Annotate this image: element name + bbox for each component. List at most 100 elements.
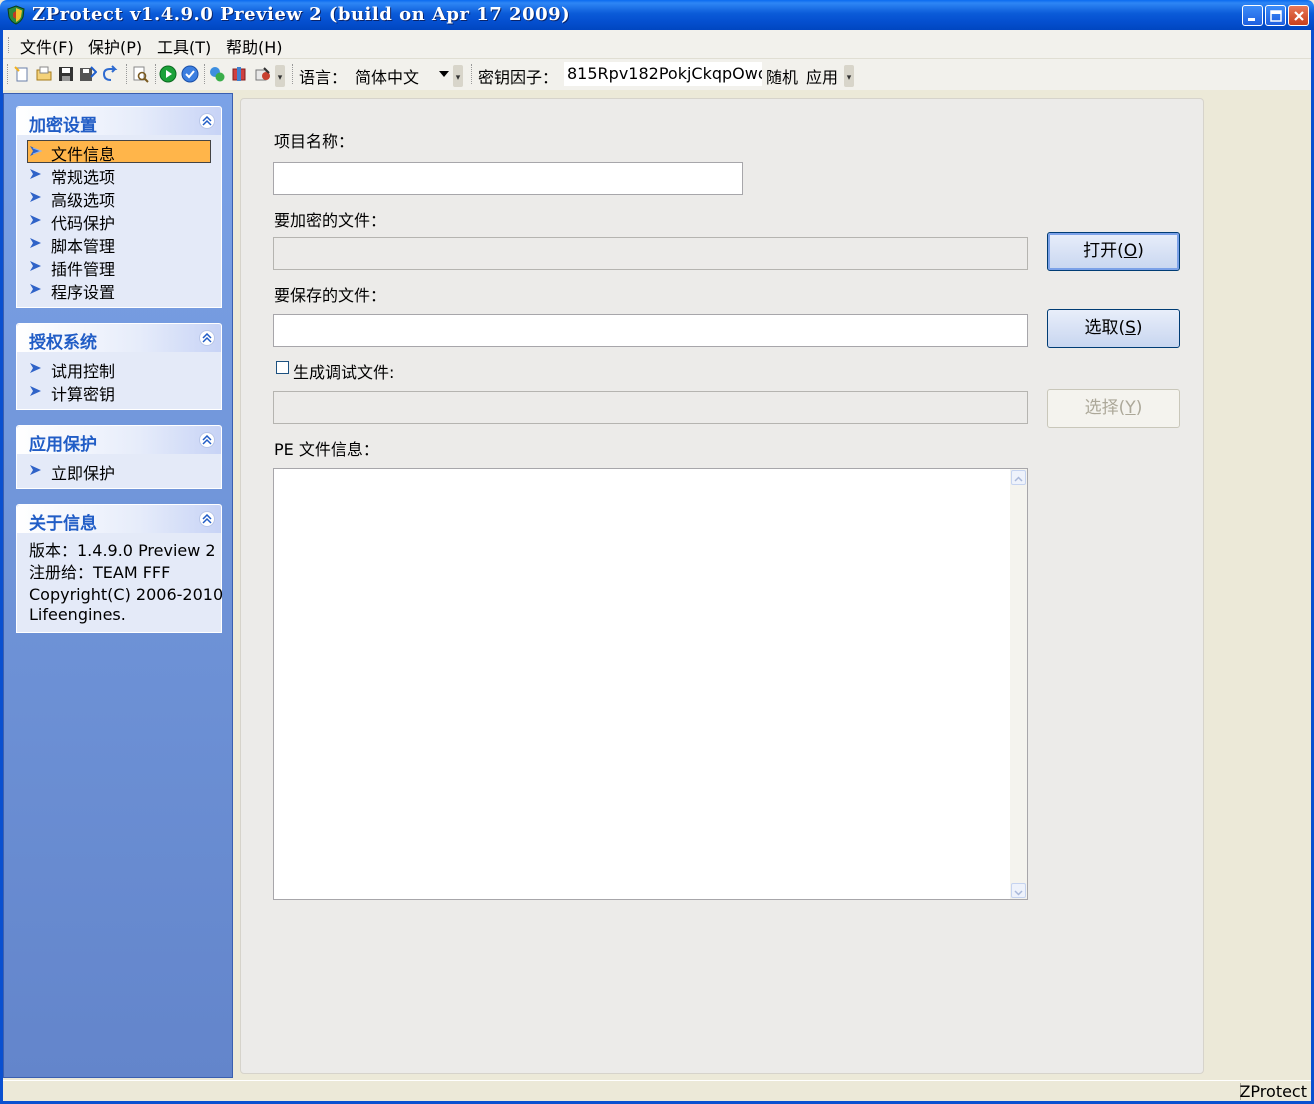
maximize-button[interactable] — [1265, 5, 1286, 26]
package-icon[interactable] — [230, 65, 248, 83]
menu-help[interactable]: 帮助(H) — [226, 34, 283, 58]
settings-tools-icon[interactable] — [254, 65, 272, 83]
zprotect-shield-icon — [7, 5, 25, 25]
project-name-input[interactable] — [273, 162, 743, 195]
maximize-icon — [1270, 10, 1282, 22]
menubar-grip[interactable] — [8, 37, 11, 53]
debug-file-checkbox[interactable] — [276, 361, 289, 374]
sidebar-item-plugin-manage[interactable]: 插件管理 — [27, 255, 211, 279]
toolbar-overflow-chevron[interactable]: ▾ — [453, 65, 463, 87]
toolbar-separator — [126, 64, 127, 84]
sidebar-item-label: 常规选项 — [51, 168, 116, 187]
new-project-icon[interactable] — [13, 65, 31, 83]
panel-encrypt-settings: 加密设置 文件信息 常规选项 高级选项 代码保护 脚本管理 插件管理 程序设置 — [16, 106, 222, 308]
choose-button: 选择(Y) — [1047, 389, 1180, 428]
close-button[interactable] — [1288, 5, 1309, 26]
panel-body: 文件信息 常规选项 高级选项 代码保护 脚本管理 插件管理 程序设置 — [17, 135, 221, 307]
sidebar-item-label: 高级选项 — [51, 191, 116, 210]
collapse-icon[interactable] — [199, 330, 215, 346]
search-file-icon[interactable] — [131, 65, 149, 83]
select-button-key: S — [1125, 318, 1136, 338]
language-select[interactable]: 简体中文 — [353, 63, 453, 87]
project-name-label: 项目名称： — [274, 132, 355, 151]
sidebar-item-label: 代码保护 — [51, 214, 116, 233]
sidebar-item-trial-control[interactable]: 试用控制 — [27, 357, 211, 381]
language-select-value: 简体中文 — [355, 68, 420, 87]
menu-tools[interactable]: 工具(T) — [157, 34, 211, 58]
toolbar-overflow-chevron[interactable]: ▾ — [844, 65, 854, 87]
language-label: 语言： — [299, 68, 348, 87]
minimize-button[interactable] — [1242, 5, 1263, 26]
panel-header[interactable]: 应用保护 — [17, 426, 221, 455]
sidebar-item-label: 试用控制 — [51, 362, 116, 381]
sidebar-item-label: 程序设置 — [51, 283, 116, 302]
sidebar-item-script-manage[interactable]: 脚本管理 — [27, 232, 211, 256]
menu-file[interactable]: 文件(F) — [20, 34, 74, 58]
menu-bar: 文件(F) 保护(P) 工具(T) 帮助(H) — [3, 30, 1311, 59]
arrow-right-icon — [30, 386, 41, 396]
open-project-icon[interactable] — [35, 65, 53, 83]
about-company: Lifeengines. — [29, 605, 126, 624]
sidebar-item-label: 立即保护 — [51, 464, 116, 483]
sidebar-item-compute-key[interactable]: 计算密钥 — [27, 380, 211, 404]
arrow-right-icon — [30, 192, 41, 202]
about-copyright: Copyright(C) 2006-2010 — [29, 585, 224, 604]
arrow-right-icon — [30, 363, 41, 373]
panel-app-protect: 应用保护 立即保护 — [16, 425, 222, 489]
input-file-field[interactable] — [273, 237, 1028, 270]
undo-icon[interactable] — [101, 65, 119, 83]
arrow-right-icon — [30, 238, 41, 248]
arrow-right-icon — [30, 215, 41, 225]
choose-button-label: 选择 — [1084, 398, 1119, 418]
arrow-right-icon — [30, 146, 43, 156]
sidebar-item-protect-now[interactable]: 立即保护 — [27, 459, 211, 483]
collapse-icon[interactable] — [199, 113, 215, 129]
pe-info-textarea[interactable] — [273, 468, 1028, 900]
network-plugin-icon[interactable] — [208, 65, 226, 83]
open-button[interactable]: 打开(O) — [1047, 232, 1180, 271]
chevron-down-icon — [439, 71, 449, 77]
save-icon[interactable] — [57, 65, 75, 83]
sidebar-item-program-settings[interactable]: 程序设置 — [27, 278, 211, 302]
open-button-key: O — [1123, 241, 1138, 261]
panel-header[interactable]: 加密设置 — [17, 107, 221, 136]
select-button[interactable]: 选取(S) — [1047, 309, 1180, 348]
select-button-label: 选取 — [1084, 318, 1119, 338]
toolbar-grip[interactable] — [292, 64, 293, 84]
chevron-up-icon — [1014, 476, 1023, 482]
toolbar: ▾ 语言： 简体中文 ▾ 密钥因子： 815Rpv182PokjCkqpOwoc… — [3, 59, 1311, 90]
apply-key-button[interactable]: 应用 — [806, 64, 838, 88]
sidebar-item-advanced-options[interactable]: 高级选项 — [27, 186, 211, 210]
scroll-down-button[interactable] — [1011, 883, 1026, 898]
panel-body: 版本：1.4.9.0 Preview 2 注册给：TEAM FFF Copyri… — [17, 533, 224, 632]
about-registered: 注册给：TEAM FFF — [29, 563, 171, 582]
collapse-icon[interactable] — [199, 511, 215, 527]
run-protect-icon[interactable] — [159, 65, 177, 83]
key-factor-input[interactable]: 815Rpv182PokjCkqpOwocr — [564, 62, 762, 86]
vertical-scrollbar[interactable] — [1010, 469, 1027, 899]
verify-icon[interactable] — [181, 65, 199, 83]
sidebar-item-code-protect[interactable]: 代码保护 — [27, 209, 211, 233]
sidebar-item-label: 计算密钥 — [51, 385, 116, 404]
panel-body: 试用控制 计算密钥 — [17, 352, 221, 409]
toolbar-separator — [204, 64, 205, 84]
sidebar-item-label: 脚本管理 — [51, 237, 116, 256]
debug-file-label[interactable]: 生成调试文件: — [293, 359, 394, 383]
status-text: ZProtect — [1239, 1082, 1307, 1101]
toolbar-grip[interactable] — [7, 64, 8, 84]
toolbar-overflow-chevron[interactable]: ▾ — [275, 65, 285, 87]
sidebar-item-general-options[interactable]: 常规选项 — [27, 163, 211, 187]
output-file-field[interactable] — [273, 314, 1028, 347]
random-key-button[interactable]: 随机 — [766, 64, 798, 88]
panel-title: 关于信息 — [29, 514, 97, 534]
panel-title: 授权系统 — [29, 333, 97, 353]
panel-body: 立即保护 — [17, 454, 221, 488]
panel-header[interactable]: 授权系统 — [17, 324, 221, 353]
toolbar-grip[interactable] — [471, 64, 472, 84]
menu-protect[interactable]: 保护(P) — [88, 34, 142, 58]
save-as-icon[interactable] — [79, 65, 97, 83]
collapse-icon[interactable] — [199, 432, 215, 448]
scroll-up-button[interactable] — [1011, 470, 1026, 485]
panel-header[interactable]: 关于信息 — [17, 505, 221, 534]
sidebar-item-file-info[interactable]: 文件信息 — [27, 140, 211, 164]
